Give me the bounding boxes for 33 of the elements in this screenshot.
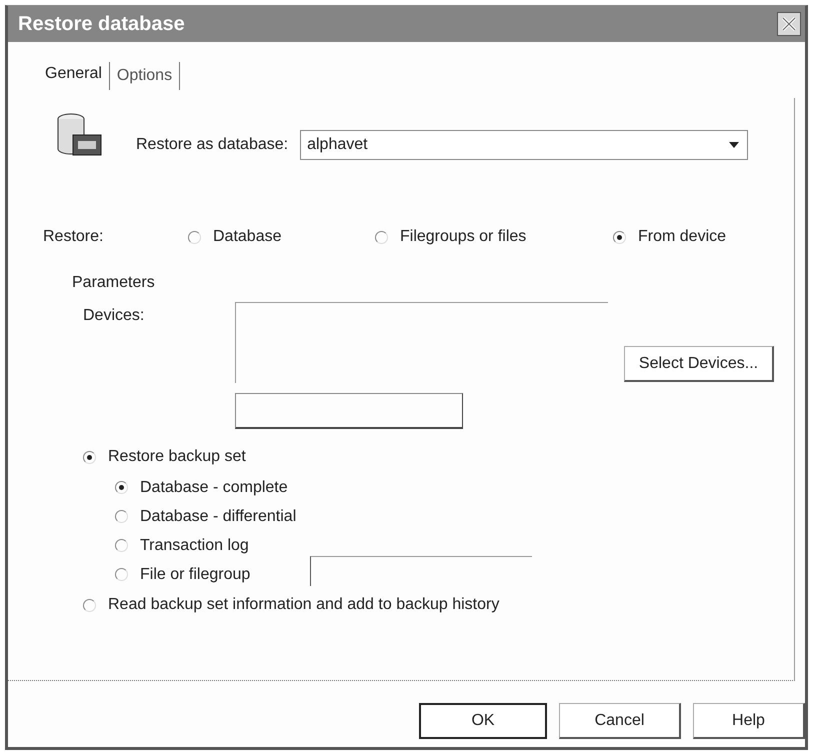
radio-button[interactable] — [83, 450, 96, 464]
radio-label: Read backup set information and add to backup history — [108, 596, 500, 614]
dialog-button[interactable]: Help — [693, 703, 805, 739]
close-icon[interactable] — [777, 12, 801, 36]
radio-button[interactable] — [115, 568, 128, 581]
radio-label: Filegroups or files — [400, 228, 526, 246]
window-title: Restore database — [18, 12, 185, 36]
radio-button[interactable] — [83, 598, 96, 612]
radio-button[interactable] — [115, 510, 128, 523]
tab[interactable]: Options — [110, 62, 180, 90]
select-devices-button[interactable]: Select Devices... — [624, 346, 774, 382]
input-field[interactable] — [310, 556, 532, 586]
radio-button[interactable] — [115, 539, 128, 552]
dialog-button[interactable]: OK — [419, 703, 547, 739]
parameters-heading: Parameters — [71, 273, 156, 292]
radio-label: File or filegroup — [140, 566, 250, 584]
radio-label: From device — [638, 228, 726, 246]
restore-label: Restore: — [43, 228, 104, 246]
dialog-button[interactable]: Cancel — [559, 703, 681, 739]
radio-label: Database — [213, 228, 282, 246]
radio-button[interactable] — [613, 230, 626, 244]
restore-as-label: Restore as database: — [136, 136, 288, 154]
radio-button[interactable] — [375, 230, 388, 244]
database-dropdown[interactable]: alphavet — [300, 130, 748, 160]
tab[interactable]: General — [38, 62, 110, 90]
caret-icon — [729, 142, 740, 148]
devices-label: Devices: — [83, 306, 146, 325]
radio-label: Database - differential — [140, 508, 296, 526]
radio-button[interactable] — [188, 230, 201, 244]
radio-label: Restore backup set — [108, 448, 246, 466]
radio-label: Database - complete — [140, 478, 288, 496]
radio-button[interactable] — [115, 481, 128, 494]
radio-label: Transaction log — [140, 536, 249, 554]
